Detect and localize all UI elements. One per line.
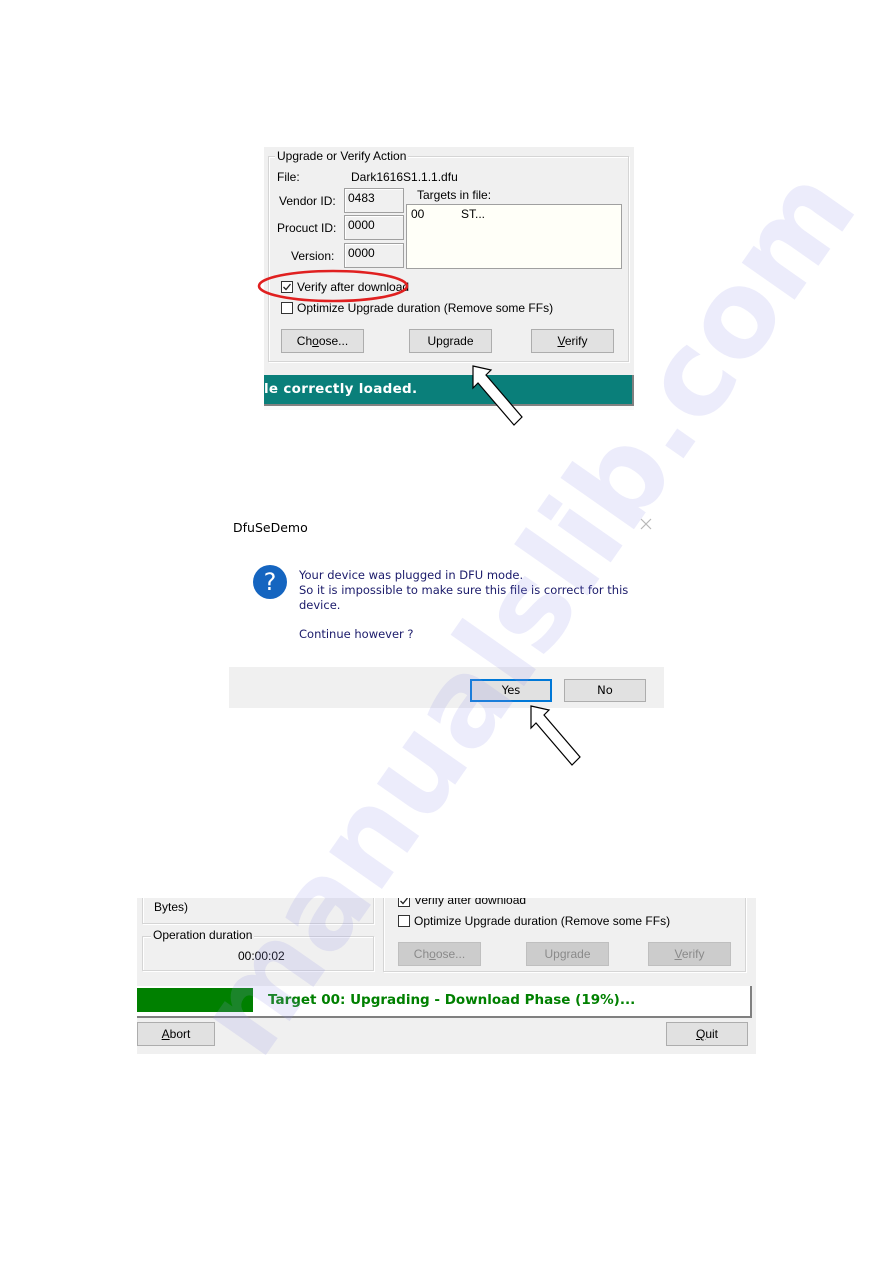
dialog-message: Your device was plugged in DFU mode. So … <box>299 568 628 642</box>
status-bar-shadow <box>264 406 634 410</box>
optimize-upgrade-checkbox[interactable] <box>281 302 293 314</box>
progress-fill <box>137 988 254 1012</box>
vendor-id-label: Vendor ID: <box>279 194 336 208</box>
verify-label-post: erify <box>564 334 588 348</box>
partial-bytes-label: Bytes) <box>154 900 189 914</box>
upgrade-progress-screenshot: Bytes) Operation duration 00:00:02 Verif… <box>137 898 756 1054</box>
target-id: 00 <box>411 207 425 221</box>
choose-label-accel: o <box>312 334 319 348</box>
file-label: File: <box>277 170 300 184</box>
no-button[interactable]: No <box>564 679 646 702</box>
choose-label-pre: Ch <box>413 947 430 961</box>
product-id-label: Procuct ID: <box>277 221 337 235</box>
question-icon: ? <box>253 565 287 599</box>
choose-label-pre: Ch <box>296 334 313 348</box>
choose-label-post: ose... <box>435 947 466 961</box>
optimize-upgrade-label[interactable]: Optimize Upgrade duration (Remove some F… <box>297 301 553 315</box>
targets-label: Targets in file: <box>417 188 492 202</box>
status-bar: le correctly loaded. <box>264 375 634 406</box>
message-line: device. <box>299 598 341 612</box>
choose-button[interactable]: Choose... <box>398 942 481 966</box>
yes-button[interactable]: Yes <box>470 679 552 702</box>
abort-label-accel: A <box>161 1027 170 1041</box>
verify-button[interactable]: Verify <box>531 329 614 353</box>
choose-button[interactable]: Choose... <box>281 329 364 353</box>
verify-label-accel: V <box>557 334 565 348</box>
vendor-id-field: 0483 <box>344 188 404 213</box>
dialog-footer: Yes No <box>229 667 664 708</box>
choose-label-accel: o <box>429 947 436 961</box>
message-line: Your device was plugged in DFU mode. <box>299 568 524 582</box>
target-row[interactable]: 00 ST... <box>407 205 621 221</box>
arrow-icon <box>530 705 581 766</box>
progress-bar: Target 00: Upgrading - Download Phase (1… <box>137 986 752 1018</box>
progress-text: Target 00: Upgrading - Download Phase (1… <box>268 992 636 1008</box>
status-text: le correctly loaded. <box>264 381 418 397</box>
close-icon[interactable] <box>638 516 654 532</box>
version-label: Version: <box>291 249 335 263</box>
abort-label-post: bort <box>169 1027 191 1041</box>
verify-label-post: erify <box>681 947 705 961</box>
file-value: Dark1616S1.1.1.dfu <box>351 170 458 184</box>
dfusedemo-dialog: DfuSeDemo ? Your device was plugged in D… <box>229 506 664 708</box>
upgrade-button[interactable]: Upgrade <box>526 942 609 966</box>
arrow-icon <box>472 365 523 426</box>
quit-label-accel: Q <box>695 1027 706 1041</box>
upgrade-button[interactable]: Upgrade <box>409 329 492 353</box>
checkmark-icon <box>400 898 409 905</box>
verify-label-accel: V <box>674 947 682 961</box>
optimize-upgrade-label[interactable]: Optimize Upgrade duration (Remove some F… <box>414 914 670 928</box>
message-line: So it is impossible to make sure this fi… <box>299 583 629 597</box>
dialog-question: Continue however ? <box>299 627 414 641</box>
version-field: 0000 <box>344 243 404 268</box>
operation-duration-label: Operation duration <box>151 928 255 942</box>
quit-button[interactable]: Quit <box>666 1022 748 1046</box>
targets-listbox[interactable]: 00 ST... <box>406 204 622 269</box>
target-name: ST... <box>461 207 486 221</box>
verify-after-download-checkbox[interactable] <box>398 898 410 907</box>
abort-button[interactable]: Abort <box>137 1022 215 1046</box>
dialog-title: DfuSeDemo <box>233 520 308 535</box>
operation-duration-value: 00:00:02 <box>238 949 285 963</box>
verify-after-download-label[interactable]: Verify after download <box>414 898 526 907</box>
verify-button[interactable]: Verify <box>648 942 731 966</box>
choose-label-post: ose... <box>318 334 349 348</box>
groupbox-title: Upgrade or Verify Action <box>275 149 409 163</box>
product-id-field: 0000 <box>344 215 404 240</box>
highlight-ellipse <box>257 269 409 303</box>
quit-label-post: uit <box>705 1027 719 1041</box>
optimize-upgrade-checkbox[interactable] <box>398 915 410 927</box>
